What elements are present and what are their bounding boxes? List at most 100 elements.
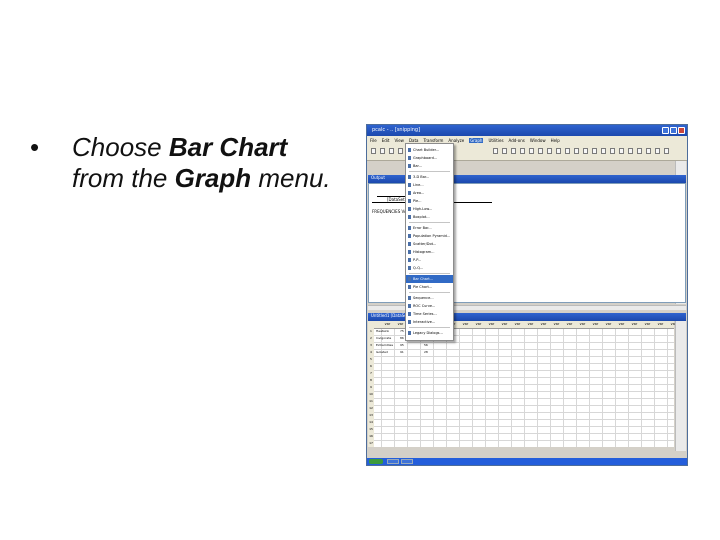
graph-menu-item[interactable]: Scatter/Dot...	[406, 240, 453, 248]
menu-edit[interactable]: Edit	[382, 138, 390, 143]
row-number[interactable]: 2	[368, 335, 374, 342]
menu-data[interactable]: Data	[409, 138, 419, 143]
row-number[interactable]: 8	[368, 377, 374, 384]
taskbar-item[interactable]	[401, 459, 413, 464]
grid-column-heading[interactable]: var	[511, 321, 524, 328]
toolbar-icon[interactable]	[547, 148, 552, 154]
row-number[interactable]: 5	[368, 356, 374, 363]
graph-menu-item[interactable]: Sequence...	[406, 294, 453, 302]
toolbar-icon[interactable]	[529, 148, 534, 154]
toolbar-icon[interactable]	[380, 148, 385, 154]
graph-menu-item-selected[interactable]: Bar Chart...	[406, 275, 453, 283]
close-button[interactable]	[678, 127, 685, 134]
grid-column-heading[interactable]: var	[550, 321, 563, 328]
graph-menu-item[interactable]: Error Bar...	[406, 224, 453, 232]
toolbar-icon[interactable]	[664, 148, 669, 154]
graph-menu-item[interactable]: Area...	[406, 189, 453, 197]
table-cell[interactable]: 86	[400, 336, 404, 340]
toolbar-icon[interactable]	[398, 148, 403, 154]
row-number[interactable]: 16	[368, 433, 374, 440]
toolbar-icon[interactable]	[592, 148, 597, 154]
toolbar-icon[interactable]	[511, 148, 516, 154]
menu-window[interactable]: Window	[530, 138, 546, 143]
menu-view[interactable]: View	[394, 138, 404, 143]
graph-menu-item[interactable]: Line...	[406, 181, 453, 189]
grid-column-heading[interactable]: var	[459, 321, 472, 328]
toolbar-icon[interactable]	[565, 148, 570, 154]
row-number[interactable]: 15	[368, 426, 374, 433]
graph-menu-item[interactable]: Legacy Dialogs...	[406, 329, 453, 337]
graph-menu-item[interactable]: Time Series...	[406, 310, 453, 318]
row-number[interactable]: 11	[368, 398, 374, 405]
row-number[interactable]: 6	[368, 363, 374, 370]
graph-menu-item[interactable]: Population Pyramid...	[406, 232, 453, 240]
table-cell[interactable]: 75	[400, 329, 404, 333]
row-number[interactable]: 12	[368, 405, 374, 412]
grid-column-heading[interactable]: var	[576, 321, 589, 328]
graph-menu-item[interactable]: Q-Q...	[406, 264, 453, 272]
grid-column-heading[interactable]: var	[472, 321, 485, 328]
grid-column-heading[interactable]: var	[628, 321, 641, 328]
minimize-button[interactable]	[662, 127, 669, 134]
table-cell[interactable]: Extremities	[376, 343, 393, 347]
graph-menu-item[interactable]: Interactive...	[406, 318, 453, 326]
graph-menu-item[interactable]: 3-D Bar...	[406, 173, 453, 181]
toolbar-icon[interactable]	[493, 148, 498, 154]
grid-column-heading[interactable]: var	[563, 321, 576, 328]
row-number[interactable]: 1	[368, 328, 374, 335]
row-number[interactable]: 13	[368, 412, 374, 419]
grid-column-heading[interactable]: var	[524, 321, 537, 328]
toolbar-icon[interactable]	[655, 148, 660, 154]
toolbar-icon[interactable]	[389, 148, 394, 154]
start-button[interactable]	[369, 459, 383, 464]
row-number[interactable]: 10	[368, 391, 374, 398]
toolbar-icon[interactable]	[637, 148, 642, 154]
graph-menu-item[interactable]: Pie Chart...	[406, 283, 453, 291]
maximize-button[interactable]	[670, 127, 677, 134]
data-vertical-scrollbar[interactable]	[675, 321, 686, 451]
toolbar-icon[interactable]	[610, 148, 615, 154]
grid-column-heading[interactable]	[368, 321, 381, 328]
toolbar-icon[interactable]	[646, 148, 651, 154]
toolbar-icon[interactable]	[619, 148, 624, 154]
menu-graph[interactable]: Graph	[469, 137, 484, 143]
grid-column-heading[interactable]: var	[641, 321, 654, 328]
grid-column-heading[interactable]: var	[485, 321, 498, 328]
grid-column-heading[interactable]: var	[589, 321, 602, 328]
table-cell[interactable]: 91	[400, 350, 404, 354]
graph-menu-item[interactable]: Bar...	[406, 162, 453, 170]
table-cell[interactable]: 28	[424, 350, 428, 354]
graph-menu-item[interactable]: ROC Curve...	[406, 302, 453, 310]
row-number[interactable]: 4	[368, 349, 374, 356]
toolbar-icon[interactable]	[628, 148, 633, 154]
grid-column-heading[interactable]: var	[654, 321, 667, 328]
toolbar-icon[interactable]	[520, 148, 525, 154]
menu-file[interactable]: File	[370, 138, 377, 143]
menu-help[interactable]: Help	[551, 138, 560, 143]
graph-menu-item[interactable]: Histogram...	[406, 248, 453, 256]
graph-menu-item[interactable]: Pie...	[406, 197, 453, 205]
toolbar-icon[interactable]	[371, 148, 376, 154]
table-cell[interactable]: Heatsink	[376, 329, 389, 333]
toolbar-icon[interactable]	[538, 148, 543, 154]
table-cell[interactable]: 56	[424, 343, 428, 347]
toolbar-icon[interactable]	[556, 148, 561, 154]
toolbar-icon[interactable]	[583, 148, 588, 154]
row-number[interactable]: 7	[368, 370, 374, 377]
menu-analyze[interactable]: Analyze	[448, 138, 464, 143]
toolbar-icon[interactable]	[601, 148, 606, 154]
graph-menu-item[interactable]: High-Low...	[406, 205, 453, 213]
graph-menu-item[interactable]: Graphboard...	[406, 154, 453, 162]
grid-column-heading[interactable]: var	[602, 321, 615, 328]
graph-menu-item[interactable]: Boxplot...	[406, 213, 453, 221]
toolbar-icon[interactable]	[574, 148, 579, 154]
row-number[interactable]: 9	[368, 384, 374, 391]
row-number[interactable]: 3	[368, 342, 374, 349]
menu-transform[interactable]: Transform	[424, 138, 444, 143]
row-number[interactable]: 17	[368, 440, 374, 447]
menu-utilities[interactable]: Utilities	[488, 138, 503, 143]
grid-column-heading[interactable]: var	[498, 321, 511, 328]
taskbar-item[interactable]	[387, 459, 399, 464]
grid-column-heading[interactable]: var	[615, 321, 628, 328]
grid-column-heading[interactable]: var	[537, 321, 550, 328]
